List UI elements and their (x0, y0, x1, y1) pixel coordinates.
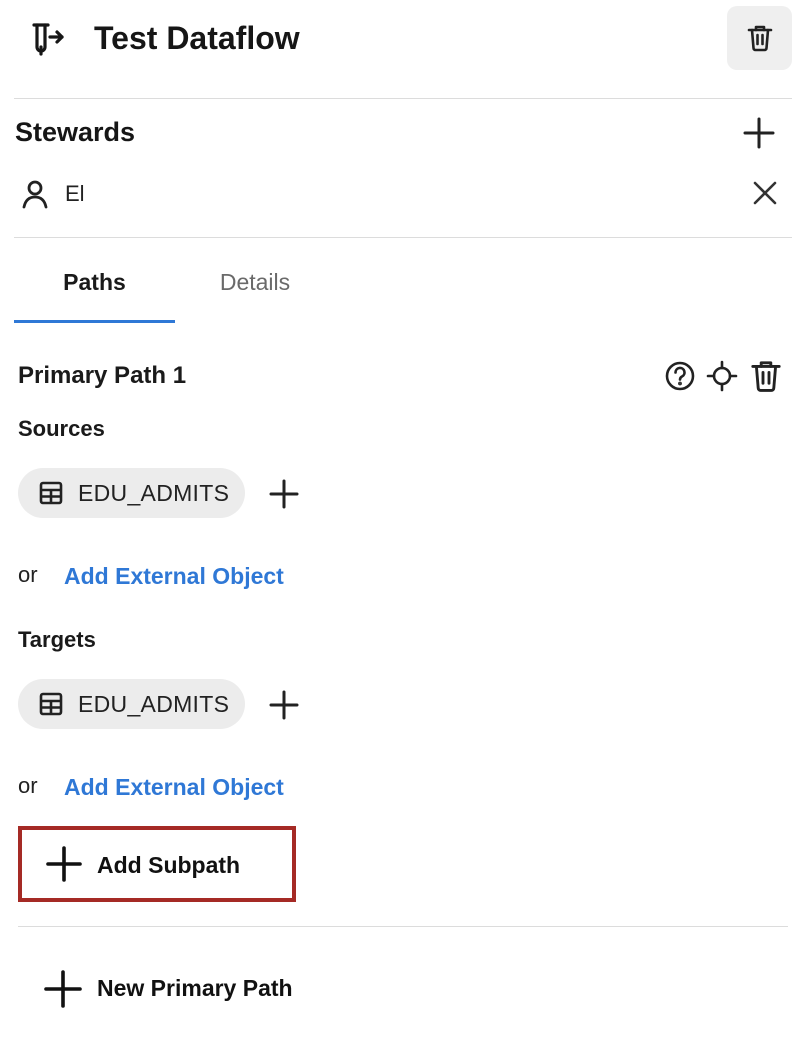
dataflow-icon (26, 18, 66, 58)
help-circle-icon[interactable] (662, 358, 698, 394)
new-primary-path-button[interactable]: New Primary Path (44, 968, 344, 1008)
remove-steward-button[interactable] (750, 178, 780, 208)
add-source-button[interactable] (265, 475, 303, 513)
add-target-button[interactable] (265, 686, 303, 724)
user-icon (20, 179, 50, 209)
steward-name: El (65, 181, 85, 206)
tab-paths[interactable]: Paths (14, 262, 175, 324)
dataflow-panel: Test Dataflow Stewards El Paths Details … (0, 0, 800, 1040)
targets-label: Targets (18, 627, 96, 652)
table-icon (38, 691, 64, 717)
delete-dataflow-button[interactable] (727, 6, 792, 70)
or-text: or (18, 562, 38, 587)
page-title: Test Dataflow (94, 20, 300, 56)
target-name: EDU_ADMITS (78, 691, 230, 717)
sources-label: Sources (18, 416, 105, 441)
or-text: or (18, 773, 38, 798)
source-name: EDU_ADMITS (78, 480, 230, 506)
crosshair-icon[interactable] (704, 358, 740, 394)
plus-icon (46, 846, 82, 882)
add-steward-button[interactable] (740, 114, 778, 152)
active-tab-indicator (14, 320, 175, 323)
add-external-target-link[interactable]: Add External Object (64, 772, 284, 802)
tab-details[interactable]: Details (190, 262, 320, 324)
target-chip[interactable]: EDU_ADMITS (18, 679, 245, 729)
add-subpath-button[interactable]: Add Subpath (18, 826, 296, 902)
table-icon (38, 480, 64, 506)
new-primary-path-label: New Primary Path (97, 975, 293, 1001)
add-external-source-link[interactable]: Add External Object (64, 561, 284, 591)
steward-row: El (20, 176, 780, 210)
path-toolbar (660, 358, 790, 394)
stewards-heading: Stewards (15, 117, 136, 147)
panel-header: Test Dataflow (0, 0, 800, 98)
plus-icon (44, 970, 82, 1008)
path-divider (18, 926, 788, 927)
trash-icon[interactable] (748, 358, 784, 394)
source-chip[interactable]: EDU_ADMITS (18, 468, 245, 518)
header-divider (14, 98, 792, 99)
add-subpath-label: Add Subpath (97, 852, 241, 878)
trash-icon (745, 23, 775, 53)
stewards-divider (14, 237, 792, 238)
primary-path-title: Primary Path 1 (18, 362, 187, 389)
